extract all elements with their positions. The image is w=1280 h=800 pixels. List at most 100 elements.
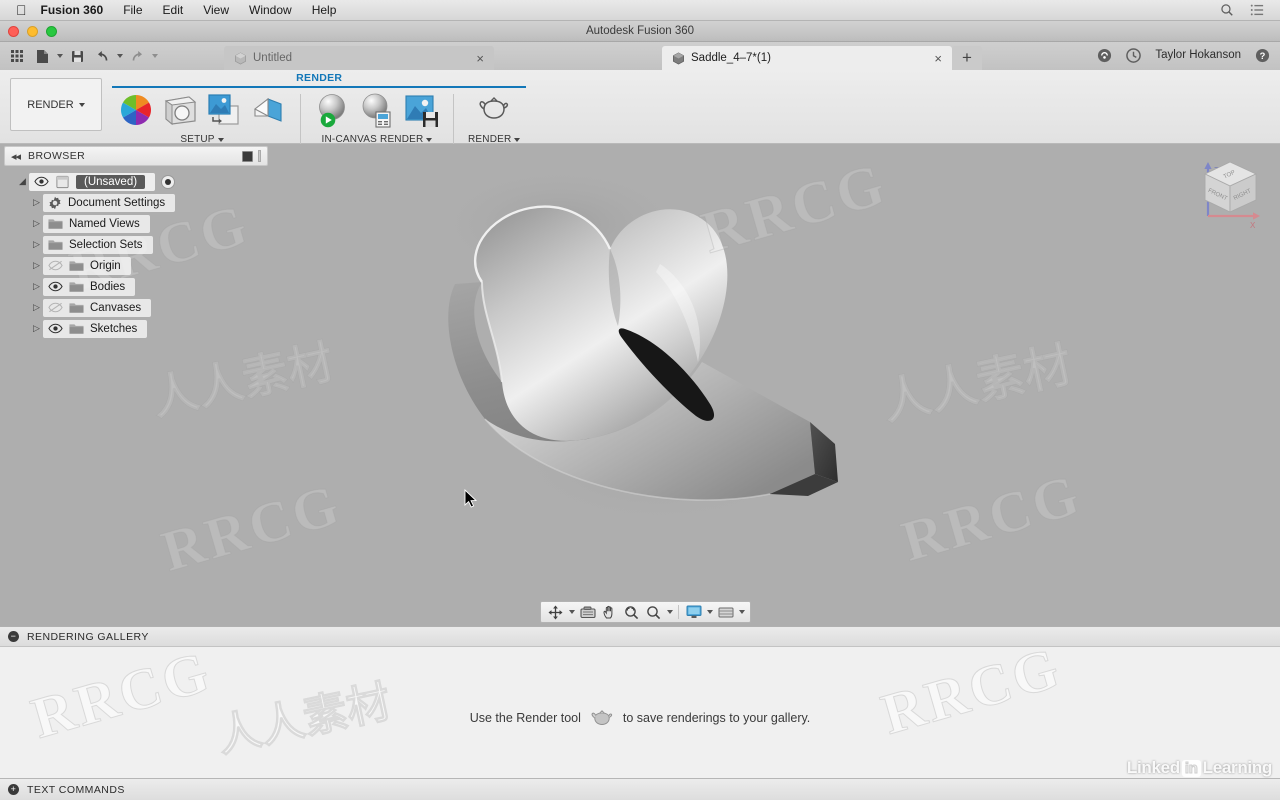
decal-icon[interactable]: [206, 92, 242, 128]
orbit-caret-icon[interactable]: [569, 610, 575, 614]
new-tab-button[interactable]: +: [952, 46, 982, 70]
chevron-down-icon[interactable]: [426, 137, 433, 142]
pan-icon[interactable]: [600, 603, 619, 621]
menu-item-view[interactable]: View: [203, 3, 229, 17]
display-caret-icon[interactable]: [707, 610, 713, 614]
menu-list-icon[interactable]: [1250, 3, 1264, 17]
grid-snaps-icon[interactable]: [716, 603, 735, 621]
tree-item-origin-label: Origin: [90, 259, 121, 272]
eye-icon[interactable]: [48, 281, 63, 292]
search-icon[interactable]: [1220, 3, 1234, 17]
menu-item-edit[interactable]: Edit: [163, 3, 184, 17]
redo-icon[interactable]: [126, 45, 148, 67]
new-document-caret-icon[interactable]: [57, 54, 63, 58]
watermark-chinese: 人人素材: [877, 336, 1077, 432]
expand-arrow-icon[interactable]: ▷: [30, 302, 43, 313]
tree-item-canvases[interactable]: ▷ Canvases: [0, 297, 272, 318]
folder-icon: [48, 239, 63, 250]
tree-item-sketches-label: Sketches: [90, 322, 138, 335]
save-icon[interactable]: [66, 45, 88, 67]
rendering-gallery-header[interactable]: − RENDERING GALLERY: [0, 626, 1280, 647]
text-commands-title: TEXT COMMANDS: [27, 783, 125, 796]
appearance-icon[interactable]: [118, 92, 154, 128]
tab-saddle[interactable]: Saddle_4–7*(1) ×: [662, 46, 952, 70]
in-canvas-render-icon[interactable]: [315, 92, 351, 128]
zoom-caret-icon[interactable]: [667, 610, 673, 614]
look-at-icon[interactable]: [578, 603, 597, 621]
tree-item-bodies-chip: Bodies: [43, 277, 136, 296]
tree-item-origin[interactable]: ▷ Origin: [0, 255, 272, 276]
panel-dock-icon[interactable]: [242, 150, 253, 162]
expand-arrow-icon[interactable]: ◢: [16, 176, 29, 187]
texture-map-controls-icon[interactable]: [250, 92, 286, 128]
expand-arrow-icon[interactable]: ▷: [30, 197, 43, 208]
help-icon[interactable]: ?: [1255, 48, 1270, 63]
menu-item-help[interactable]: Help: [312, 3, 337, 17]
minimize-button[interactable]: [27, 26, 38, 37]
view-cube[interactable]: Z X TOP FRONT RIGHT: [1188, 150, 1272, 234]
new-document-icon[interactable]: [31, 45, 53, 67]
scene-settings-icon[interactable]: [162, 92, 198, 128]
tab-saddle-close-icon[interactable]: ×: [920, 52, 942, 65]
apple-logo-icon[interactable]: : [16, 3, 27, 17]
tree-item-named-views[interactable]: ▷ Named Views: [0, 213, 272, 234]
workspace-selector[interactable]: RENDER: [10, 78, 102, 131]
user-account-name[interactable]: Taylor Hokanson: [1155, 49, 1241, 61]
capture-image-icon[interactable]: [403, 92, 439, 128]
expand-arrow-icon[interactable]: ▷: [30, 323, 43, 334]
chevron-down-icon[interactable]: [514, 137, 521, 142]
tree-item-sketches[interactable]: ▷ Sketches: [0, 318, 272, 339]
collapse-left-icon[interactable]: ◂◂: [11, 150, 21, 163]
expand-arrow-icon[interactable]: ▷: [30, 281, 43, 292]
ribbon-tab-render[interactable]: RENDER SETUP IN-CANVAS RENDER RENDER: [112, 70, 527, 145]
cube-icon: [673, 52, 684, 64]
in-canvas-render-tools: [315, 88, 439, 132]
zoom-button[interactable]: [46, 26, 57, 37]
zoom-icon[interactable]: [644, 603, 663, 621]
panel-resize-icon[interactable]: [258, 150, 261, 162]
expand-arrow-icon[interactable]: ▷: [30, 239, 43, 250]
grid-menu-icon[interactable]: [6, 45, 28, 67]
tab-saddle-label: Saddle_4–7*(1): [691, 52, 771, 64]
tab-untitled-close-icon[interactable]: ×: [462, 52, 484, 65]
bicycle-saddle-model[interactable]: [410, 164, 880, 564]
browser-panel-header[interactable]: ◂◂ BROWSER: [4, 146, 268, 166]
tab-untitled-label: Untitled: [253, 52, 292, 64]
expand-text-commands-icon[interactable]: +: [8, 784, 19, 795]
macos-status-icons: [1220, 3, 1272, 17]
render-teapot-icon[interactable]: [476, 92, 512, 128]
undo-icon[interactable]: [91, 45, 113, 67]
browser-title: BROWSER: [28, 150, 86, 162]
expand-arrow-icon[interactable]: ▷: [30, 260, 43, 271]
tree-item-unsaved[interactable]: ◢ (Unsaved): [0, 171, 272, 192]
tree-item-bodies[interactable]: ▷ Bodies: [0, 276, 272, 297]
tab-untitled[interactable]: Untitled ×: [224, 46, 494, 70]
text-commands-bar[interactable]: + TEXT COMMANDS: [0, 778, 1280, 800]
tree-item-document-settings[interactable]: ▷ Document Settings: [0, 192, 272, 213]
redo-caret-icon[interactable]: [152, 54, 158, 58]
menu-item-window[interactable]: Window: [249, 3, 292, 17]
ribbon-tab-render-label: RENDER: [296, 72, 343, 84]
display-settings-icon[interactable]: [684, 603, 703, 621]
activate-component-radio[interactable]: [161, 174, 176, 189]
orbit-icon[interactable]: [546, 603, 565, 621]
zoom-window-icon[interactable]: [622, 603, 641, 621]
fusion360-application-window:  Fusion 360 File Edit View Window Help …: [0, 0, 1280, 800]
eye-off-icon[interactable]: [48, 260, 63, 271]
chevron-down-icon[interactable]: [217, 137, 224, 142]
eye-icon[interactable]: [48, 323, 63, 334]
menu-item-file[interactable]: File: [123, 3, 142, 17]
in-canvas-render-settings-icon[interactable]: [359, 92, 395, 128]
tree-item-selection-sets[interactable]: ▷ Selection Sets: [0, 234, 272, 255]
menu-item-fusion-360[interactable]: Fusion 360: [41, 3, 104, 17]
close-button[interactable]: [8, 26, 19, 37]
3d-viewport[interactable]: ◂◂ BROWSER ◢ (Unsaved) ▷ Document Settin…: [0, 144, 1280, 626]
undo-caret-icon[interactable]: [117, 54, 123, 58]
notifications-icon[interactable]: [1097, 48, 1112, 63]
eye-icon[interactable]: [34, 176, 49, 187]
collapse-gallery-icon[interactable]: −: [8, 631, 19, 642]
eye-off-icon[interactable]: [48, 302, 63, 313]
job-status-icon[interactable]: [1126, 47, 1142, 63]
grid-caret-icon[interactable]: [739, 610, 745, 614]
expand-arrow-icon[interactable]: ▷: [30, 218, 43, 229]
